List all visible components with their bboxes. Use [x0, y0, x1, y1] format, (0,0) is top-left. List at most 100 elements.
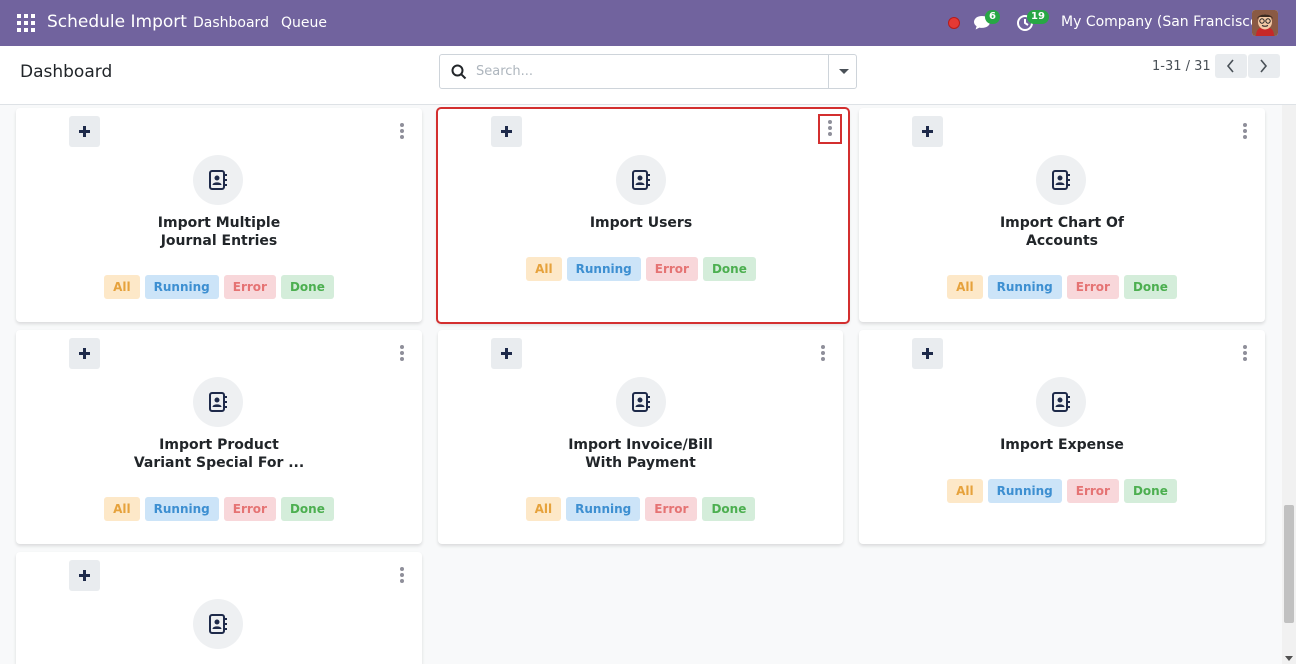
chevron-left-icon [1226, 59, 1234, 73]
card-title[interactable]: Import Expense [859, 436, 1265, 454]
card-menu-kebab-icon[interactable] [1239, 120, 1251, 142]
card-title-line: Import Users [589, 215, 693, 231]
filter-done-chip[interactable]: Done [702, 257, 756, 281]
address-book-icon [1052, 170, 1070, 190]
pager-next-button[interactable] [1248, 54, 1280, 78]
card-menu-kebab-icon[interactable] [396, 342, 408, 364]
card-icon-circle [616, 377, 666, 427]
pager-previous-button[interactable] [1215, 54, 1247, 78]
filter-running-chip[interactable]: Running [566, 257, 641, 281]
add-import-button[interactable] [69, 338, 100, 369]
search-options-toggle[interactable] [828, 55, 857, 88]
filter-all-chip[interactable]: All [526, 257, 562, 281]
add-import-button[interactable] [912, 338, 943, 369]
card-menu-kebab-icon[interactable] [396, 564, 408, 586]
address-book-icon [209, 170, 227, 190]
company-switcher[interactable]: My Company (San Francisco) [1061, 14, 1264, 30]
filter-done-chip[interactable]: Done [1123, 479, 1177, 503]
filter-running-chip[interactable]: Running [987, 479, 1062, 503]
filter-error-chip[interactable]: Error [645, 497, 698, 521]
filter-all-chip[interactable]: All [947, 275, 983, 299]
card-title-line: Import Multiple [157, 215, 281, 231]
filter-all-chip[interactable]: All [104, 497, 140, 521]
import-card[interactable]: Import Expense All Running Error Done [859, 330, 1265, 544]
add-import-button[interactable] [491, 116, 522, 147]
card-menu-kebab-icon[interactable] [817, 342, 829, 364]
filter-done-chip[interactable]: Done [1123, 275, 1177, 299]
filter-error-chip[interactable]: Error [645, 257, 698, 281]
messages-count-badge: 6 [985, 10, 1000, 24]
search-box [439, 54, 857, 89]
card-title[interactable]: Import Users [437, 214, 845, 232]
card-title-line: Variant Special For ... [133, 455, 305, 471]
filter-running-chip[interactable]: Running [566, 497, 641, 521]
top-navbar: Schedule Import Dashboard Queue 6 19 My … [0, 0, 1296, 46]
status-chips: All Running Error Done [859, 479, 1265, 503]
card-title-line: Journal Entries [160, 233, 278, 249]
import-card[interactable]: Import Product Variant Special For ... A… [16, 330, 422, 544]
card-menu-kebab-icon[interactable] [396, 120, 408, 142]
import-card[interactable]: Import Chart Of Accounts All Running Err… [859, 108, 1265, 322]
filter-running-chip[interactable]: Running [144, 497, 219, 521]
import-card[interactable]: Import Users All Running Error Done [436, 107, 850, 324]
card-title[interactable]: Import Multiple Journal Entries [16, 214, 422, 250]
add-import-button[interactable] [69, 116, 100, 147]
status-chips: All Running Error Done [438, 497, 843, 521]
address-book-icon [209, 392, 227, 412]
address-book-icon [1052, 392, 1070, 412]
status-chips: All Running Error Done [859, 275, 1265, 299]
card-icon-circle [193, 155, 243, 205]
card-title[interactable]: Import Product Variant Special For ... [16, 436, 422, 472]
add-import-button[interactable] [912, 116, 943, 147]
add-import-button[interactable] [491, 338, 522, 369]
scrollbar-thumb[interactable] [1284, 505, 1294, 623]
filter-error-chip[interactable]: Error [223, 275, 276, 299]
filter-done-chip[interactable]: Done [280, 275, 334, 299]
filter-all-chip[interactable]: All [947, 479, 983, 503]
page-scrollbar[interactable] [1282, 105, 1296, 664]
card-icon-circle [616, 155, 666, 205]
card-title[interactable]: Import Invoice/Bill With Payment [438, 436, 843, 472]
import-card[interactable]: Import Invoice/Bill With Payment All Run… [438, 330, 843, 544]
card-icon-circle [1036, 155, 1086, 205]
user-avatar[interactable] [1252, 10, 1278, 36]
recording-indicator-icon[interactable] [948, 17, 960, 29]
card-title-line: Import Invoice/Bill [568, 437, 713, 453]
address-book-icon [632, 392, 650, 412]
page-title: Dashboard [20, 62, 113, 82]
nav-dashboard[interactable]: Dashboard [193, 15, 269, 31]
app-title[interactable]: Schedule Import [47, 12, 187, 32]
filter-running-chip[interactable]: Running [987, 275, 1062, 299]
card-icon-circle [193, 599, 243, 649]
card-title[interactable]: Import Chart Of Accounts [859, 214, 1265, 250]
nav-queue[interactable]: Queue [281, 15, 327, 31]
chevron-right-icon [1260, 59, 1268, 73]
card-menu-kebab-icon[interactable] [818, 114, 842, 144]
filter-all-chip[interactable]: All [525, 497, 562, 521]
add-import-button[interactable] [69, 560, 100, 591]
import-card[interactable]: Import Multiple Journal Entries All Runn… [16, 108, 422, 322]
card-title-line: Import Expense [1000, 437, 1124, 453]
filter-error-chip[interactable]: Error [1066, 479, 1119, 503]
address-book-icon [209, 614, 227, 634]
card-title-line: Accounts [1025, 233, 1098, 249]
pager-value[interactable]: 1-31 / 31 [1152, 59, 1211, 74]
status-chips: All Running Error Done [16, 275, 422, 299]
status-chips: All Running Error Done [16, 497, 422, 521]
filter-running-chip[interactable]: Running [144, 275, 219, 299]
filter-done-chip[interactable]: Done [280, 497, 334, 521]
scroll-down-arrow-icon[interactable] [1285, 656, 1293, 661]
search-input[interactable] [476, 56, 826, 87]
filter-error-chip[interactable]: Error [1066, 275, 1119, 299]
activities-count-badge: 19 [1027, 10, 1049, 24]
filter-all-chip[interactable]: All [104, 275, 140, 299]
filter-done-chip[interactable]: Done [702, 497, 756, 521]
status-chips: All Running Error Done [437, 257, 845, 281]
card-icon-circle [193, 377, 243, 427]
address-book-icon [632, 170, 650, 190]
apps-menu-icon[interactable] [17, 14, 35, 32]
import-card[interactable] [16, 552, 422, 664]
filter-error-chip[interactable]: Error [223, 497, 276, 521]
card-menu-kebab-icon[interactable] [1239, 342, 1251, 364]
card-title-line: With Payment [585, 455, 696, 471]
